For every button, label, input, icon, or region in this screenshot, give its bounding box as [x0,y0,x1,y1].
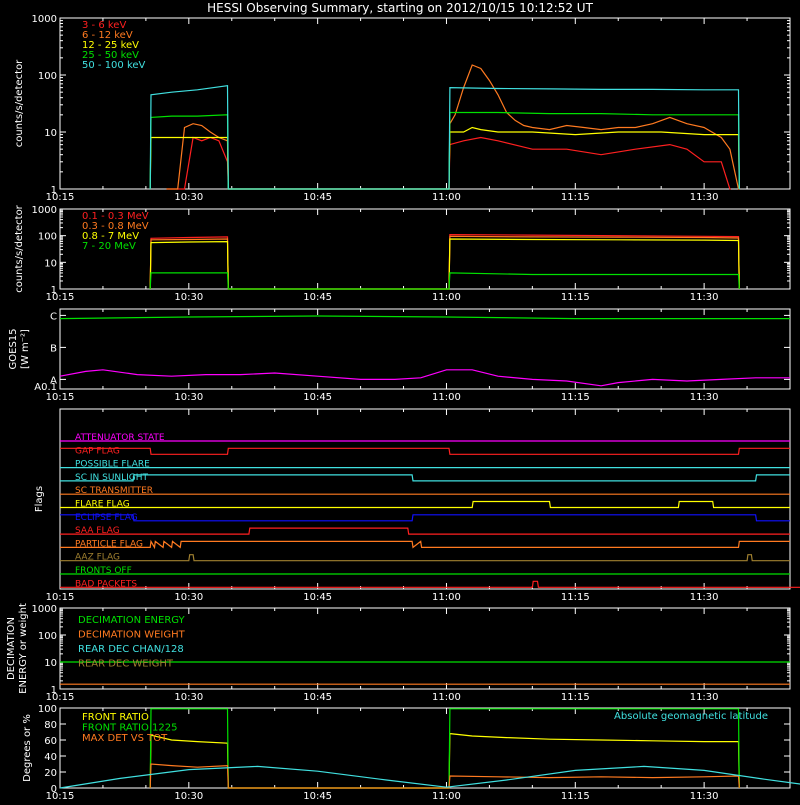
legend-entry: 50 - 100 keV [82,60,146,71]
flag-label: FLARE FLAG [75,500,130,510]
y-tick-label: 10 [44,658,57,669]
time-tick-label: 11:15 [561,292,590,303]
y-axis-label: Degrees or % [22,714,33,782]
time-tick-label: 11:00 [432,791,461,800]
y-tick-label: 1 [51,685,57,696]
y-tick-label: 100 [38,71,57,82]
flag-label: BAD PACKETS [75,579,137,589]
legend-entry: MAX DET VS TOT [82,733,168,744]
legend-entry: FRONT RATIO 1225 [82,723,178,734]
time-tick-label: 11:15 [561,791,590,800]
y-tick-label: 0 [51,784,57,795]
y-tick-label: 10 [44,258,57,269]
time-tick-label: 10:15 [46,592,75,603]
legend-entry: FRONT RATIO [82,712,149,723]
time-tick-label: 10:30 [174,692,203,703]
time-tick-label: 10:15 [46,392,75,403]
figure-title: HESSI Observing Summary, starting on 201… [207,1,593,15]
flag-label: FRONTS OFF [75,566,132,576]
time-tick-label: 10:45 [303,392,332,403]
y-axis-label: counts/s/detector [14,204,25,292]
flag-label: GAP FLAG [75,446,120,456]
y-tick-label: 100 [38,631,57,642]
flag-label: ATTENUATOR STATE [75,433,165,443]
flag-label: AAZ FLAG [75,553,120,563]
y-tick-label: 1000 [32,604,57,615]
time-tick-label: 10:30 [174,392,203,403]
y-tick-label: 1000 [32,205,57,216]
y-tick-label: B [50,343,57,354]
flag-label: POSSIBLE FLARE [75,460,150,470]
y-tick-label: 20 [44,768,57,779]
time-tick-label: 11:00 [432,592,461,603]
time-tick-label: 10:45 [303,791,332,800]
time-tick-label: 11:15 [561,192,590,203]
time-tick-label: 10:45 [303,192,332,203]
y-axis-label: Flags [34,486,45,512]
y-axis-label: GOES15 [8,328,19,369]
legend-entry: DECIMATION ENERGY [78,615,186,626]
y-tick-label: 100 [38,232,57,243]
y-axis-label: [W m⁻²] [20,329,31,369]
y-tick-label: 10 [44,128,57,139]
y-tick-label: 1000 [32,14,57,25]
legend-entry: REAR DEC WEIGHT [78,659,174,670]
hessi-summary-figure: HESSI Observing Summary, starting on 201… [0,0,800,802]
time-tick-label: 11:30 [690,192,719,203]
flag-label: SAA FLAG [75,526,120,536]
time-tick-label: 11:15 [561,392,590,403]
time-tick-label: 11:30 [690,392,719,403]
time-tick-label: 10:30 [174,292,203,303]
time-tick-label: 11:30 [690,791,719,800]
figure-background [0,0,800,800]
time-tick-label: 11:00 [432,392,461,403]
y-tick-label: C [50,311,57,322]
chart-canvas: HESSI Observing Summary, starting on 201… [0,0,800,802]
time-tick-label: 11:15 [561,692,590,703]
y-tick-label: 1 [51,185,57,196]
y-tick-label: 40 [44,752,57,763]
time-tick-label: 10:30 [174,791,203,800]
legend-entry: DECIMATION WEIGHT [78,630,186,641]
y-tick-label: 80 [44,720,57,731]
y-tick-label: 1 [51,285,57,296]
legend-entry: REAR DEC CHAN/128 [78,644,184,655]
time-tick-label: 11:00 [432,292,461,303]
time-tick-label: 10:45 [303,292,332,303]
flag-label: PARTICLE FLAG [75,539,143,549]
goes-min-label: A0.1 [34,382,57,393]
geomagnetic-latitude-label: Absolute geomagnetic latitude [614,711,768,722]
y-tick-label: 100 [38,704,57,715]
y-tick-label: 60 [44,736,57,747]
time-tick-label: 10:45 [303,692,332,703]
y-axis-label: ENERGY or weight [18,603,29,694]
flag-label: SC TRANSMITTER [75,486,153,496]
time-tick-label: 10:30 [174,592,203,603]
time-tick-label: 10:30 [174,192,203,203]
time-tick-label: 11:30 [690,592,719,603]
time-tick-label: 11:15 [561,592,590,603]
time-tick-label: 11:00 [432,692,461,703]
flag-label: SC IN SUNLIGHT [75,473,149,483]
y-axis-label: DECIMATION [6,617,17,680]
legend-entry: 7 - 20 MeV [82,241,136,252]
time-tick-label: 11:30 [690,292,719,303]
time-tick-label: 11:00 [432,192,461,203]
time-tick-label: 11:30 [690,692,719,703]
y-axis-label: counts/s/detector [14,59,25,147]
time-tick-label: 10:45 [303,592,332,603]
flag-label: ECLIPSE FLAG [75,513,138,523]
